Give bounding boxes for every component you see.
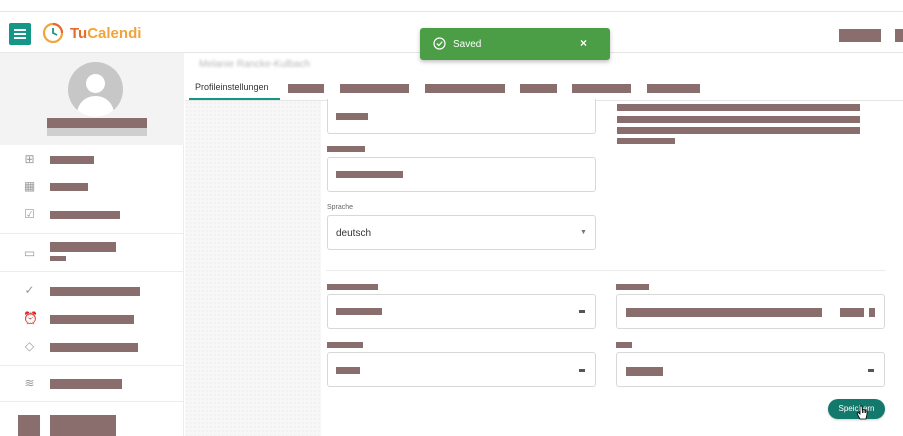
sidebar: ⊞ ▦ ☑ ▭ ✓ ⏰ ◇ ≋ — [0, 53, 184, 436]
window-icon: ▭ — [23, 246, 36, 260]
user-name-heading: Melanie Rancke-Kulbach — [199, 59, 311, 70]
dropdown-indicator — [579, 369, 585, 372]
sidebar-item-redacted[interactable] — [50, 156, 94, 164]
select-field[interactable] — [327, 352, 596, 387]
redacted-info-text — [617, 138, 675, 144]
redacted-user-name — [47, 118, 147, 128]
redacted-info-text — [617, 116, 860, 123]
chevron-down-icon: ▼ — [580, 229, 587, 236]
redacted-field-value — [626, 308, 822, 317]
redacted-field-value — [869, 308, 875, 317]
redacted-field-value — [336, 367, 360, 374]
redacted-field-value — [336, 113, 368, 120]
redacted-user-email — [47, 128, 147, 136]
redacted-field-value — [336, 171, 403, 178]
brand-part1: Tu — [70, 25, 88, 42]
sidebar-item-redacted[interactable] — [50, 379, 122, 389]
brand-name[interactable]: TuCalendi — [70, 25, 141, 42]
calendar-check-icon: ☑ — [24, 207, 35, 221]
sidebar-item-redacted[interactable] — [50, 287, 140, 296]
brand-part2: Calendi — [87, 25, 142, 42]
tab-profileinstellungen[interactable]: Profileinstellungen — [195, 82, 269, 92]
redacted-field-value — [840, 308, 864, 317]
redacted-top-element[interactable] — [895, 29, 903, 42]
redacted-field-label — [327, 284, 378, 290]
alarm-clock-icon: ⏰ — [23, 311, 38, 325]
dropdown-indicator — [868, 369, 874, 372]
sidebar-item-redacted-icon[interactable] — [18, 415, 40, 436]
background-pattern — [185, 101, 321, 436]
tab-redacted[interactable] — [647, 84, 700, 93]
check-circle-icon — [433, 37, 446, 50]
redacted-field-label — [616, 342, 632, 348]
sidebar-item-redacted[interactable] — [50, 183, 88, 191]
menu-icon[interactable] — [9, 23, 31, 45]
success-toast: Saved × — [420, 28, 610, 60]
double-check-icon: ✓ — [24, 283, 35, 297]
layers-icon: ≋ — [24, 376, 35, 390]
section-divider — [326, 270, 886, 271]
redacted-field-value — [626, 367, 663, 376]
sidebar-item-redacted[interactable] — [50, 242, 116, 252]
avatar[interactable] — [68, 62, 123, 117]
dropdown-indicator — [579, 310, 585, 313]
tab-redacted[interactable] — [572, 84, 631, 93]
close-icon[interactable]: × — [580, 36, 587, 50]
tab-redacted[interactable] — [520, 84, 557, 93]
sidebar-item-redacted[interactable] — [50, 211, 120, 219]
grid-icon: ⊞ — [24, 152, 35, 166]
sidebar-profile — [0, 53, 184, 145]
language-label: Sprache — [327, 204, 354, 211]
active-tab-indicator — [189, 98, 280, 100]
tab-redacted[interactable] — [425, 84, 505, 93]
redacted-field-label — [616, 284, 649, 290]
redacted-info-text — [617, 104, 860, 111]
redacted-top-element[interactable] — [839, 29, 881, 42]
language-value: deutsch — [336, 228, 372, 239]
redacted-field-label — [327, 342, 363, 348]
tab-redacted[interactable] — [288, 84, 324, 93]
redacted-info-text — [617, 127, 860, 134]
redacted-field-label — [327, 146, 365, 152]
sidebar-item-redacted[interactable] — [50, 343, 138, 352]
sidebar-item-redacted[interactable] — [50, 415, 116, 436]
clock-logo-icon — [42, 22, 64, 44]
hand-cursor-icon — [856, 405, 868, 420]
calendar-icon: ▦ — [23, 179, 36, 193]
eraser-icon: ◇ — [24, 339, 35, 353]
toast-message: Saved — [453, 39, 482, 50]
tab-redacted[interactable] — [340, 84, 409, 93]
sidebar-item-redacted-sub — [50, 256, 66, 261]
sidebar-item-redacted[interactable] — [50, 315, 134, 324]
redacted-field-value — [336, 308, 382, 315]
profile-header: Melanie Rancke-Kulbach Profileinstellung… — [185, 53, 903, 101]
